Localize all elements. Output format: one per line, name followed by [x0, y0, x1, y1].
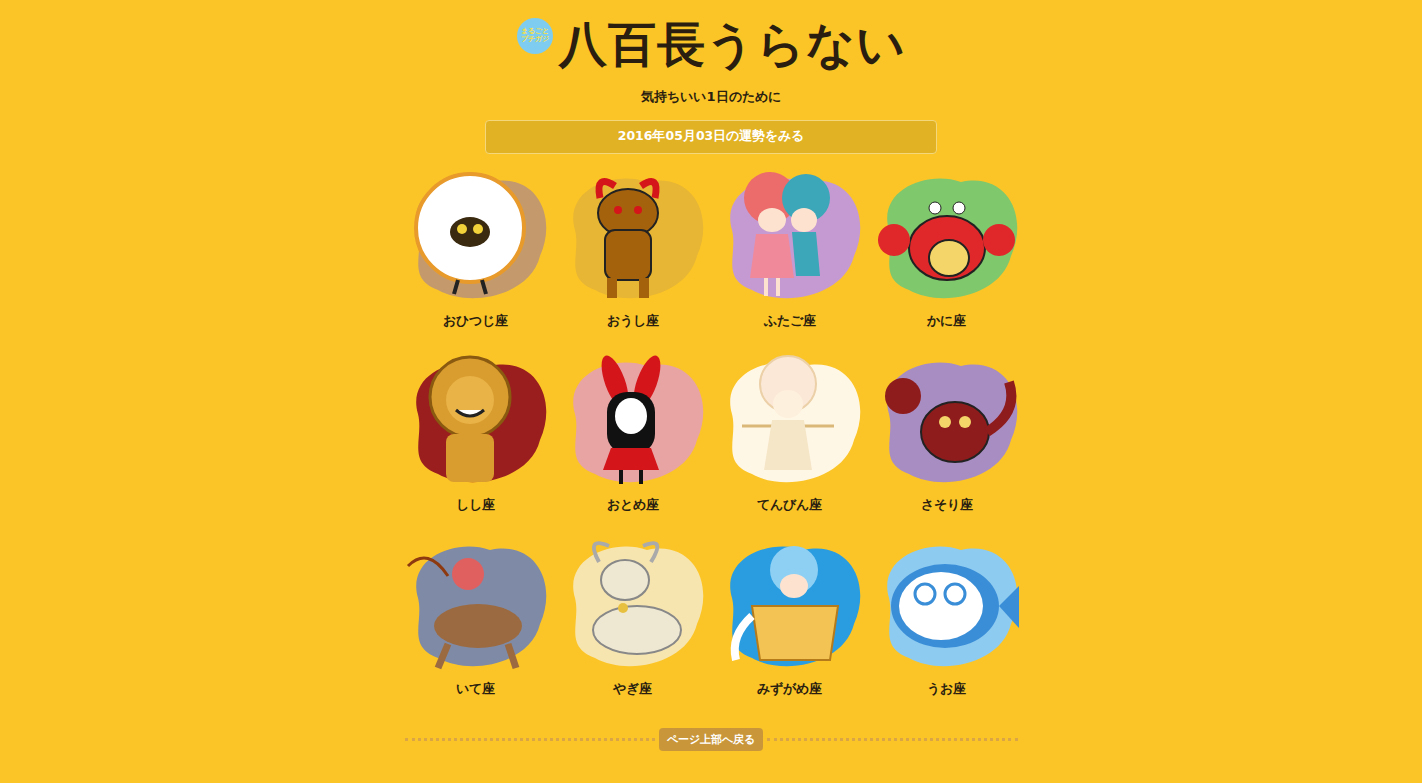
zodiac-label: かに座 [927, 312, 966, 330]
zodiac-label: みずがめ座 [757, 680, 822, 698]
zodiac-card[interactable]: ふたご座 [712, 168, 867, 330]
zodiac-illustration-icon [555, 536, 710, 676]
fortune-button[interactable]: 2016年05月03日の運勢をみる [485, 120, 937, 154]
zodiac-illustration-icon [555, 352, 710, 492]
zodiac-label: おとめ座 [607, 496, 659, 514]
zodiac-illustration-icon [398, 536, 553, 676]
tagline: 気持ちいい1日のために [641, 88, 780, 106]
back-to-top-button[interactable]: ページ上部へ戻る [659, 728, 763, 751]
zodiac-illustration-icon [712, 168, 867, 308]
zodiac-illustration-icon [398, 352, 553, 492]
zodiac-illustration-icon [712, 536, 867, 676]
zodiac-illustration-icon [869, 168, 1024, 308]
zodiac-card[interactable]: おひつじ座 [398, 168, 553, 330]
zodiac-card[interactable]: さそり座 [869, 352, 1024, 514]
zodiac-label: いて座 [456, 680, 495, 698]
zodiac-illustration-icon [869, 352, 1024, 492]
dotted-line [405, 738, 656, 741]
zodiac-grid: おひつじ座 おうし座 ふたご座 かに座しし座 おとめ座 てんびん座 さそり座いて座 やぎ座 みず… [398, 168, 1024, 698]
zodiac-label: ふたご座 [764, 312, 816, 330]
zodiac-card[interactable]: みずがめ座 [712, 536, 867, 698]
footer: ページ上部へ戻る [405, 728, 1018, 751]
zodiac-illustration-icon [869, 536, 1024, 676]
zodiac-illustration-icon [555, 168, 710, 308]
zodiac-card[interactable]: おとめ座 [555, 352, 710, 514]
zodiac-card[interactable]: いて座 [398, 536, 553, 698]
zodiac-card[interactable]: しし座 [398, 352, 553, 514]
zodiac-illustration-icon [712, 352, 867, 492]
zodiac-label: てんびん座 [757, 496, 822, 514]
site-title: 八百長うらない [559, 16, 906, 74]
zodiac-label: おうし座 [607, 312, 659, 330]
header: まるごとプチガジ八百長うらない [517, 16, 906, 74]
zodiac-label: おひつじ座 [443, 312, 508, 330]
zodiac-card[interactable]: かに座 [869, 168, 1024, 330]
zodiac-label: うお座 [927, 680, 966, 698]
zodiac-card[interactable]: おうし座 [555, 168, 710, 330]
zodiac-label: さそり座 [921, 496, 973, 514]
zodiac-card[interactable]: てんびん座 [712, 352, 867, 514]
zodiac-card[interactable]: うお座 [869, 536, 1024, 698]
dotted-line [767, 738, 1018, 741]
zodiac-card[interactable]: やぎ座 [555, 536, 710, 698]
zodiac-label: しし座 [456, 496, 495, 514]
badge-logo: まるごとプチガジ [517, 18, 553, 54]
page: まるごとプチガジ八百長うらない気持ちいい1日のために 2016年05月03日の運勢… [0, 0, 1422, 783]
zodiac-label: やぎ座 [613, 680, 652, 698]
zodiac-illustration-icon [398, 168, 553, 308]
